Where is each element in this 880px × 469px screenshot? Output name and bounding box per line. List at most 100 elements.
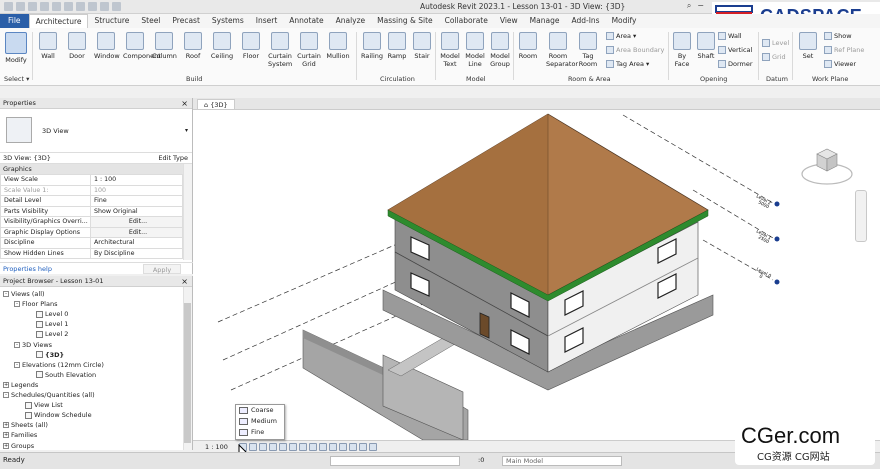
drawing-area[interactable]: Level 2 5000 Level 1 2500 Level 0 0 [193,110,880,440]
tree-item[interactable]: Level 1 [36,319,68,329]
property-row[interactable]: Detail Level Fine [0,195,183,207]
tag-area-button[interactable]: Tag Area ▾ [606,60,649,68]
close-icon[interactable]: × [181,98,188,109]
expand-icon[interactable]: + [3,442,9,449]
tree-item[interactable]: - Elevations (12mm Circle) [14,360,104,370]
design-option-selector[interactable]: Main Model [502,456,622,466]
sun-path-icon[interactable] [259,443,267,451]
room-separator-button[interactable]: Room Separator [546,32,578,68]
collapse-icon[interactable]: - [3,291,9,297]
scrollbar-thumb[interactable] [184,303,191,443]
property-value[interactable]: 100 [90,184,183,196]
curtain-system-button[interactable]: Curtain System [268,32,292,68]
tree-item[interactable]: - Views (all) [3,289,45,299]
property-row[interactable]: Graphic Display Options Edit... [0,226,183,238]
edit-button[interactable]: Edit... [90,216,183,228]
temp-hide-icon[interactable] [319,443,327,451]
tab-modify[interactable]: Modify [606,14,643,28]
expand-icon[interactable]: + [3,432,9,439]
default-3d-view-icon[interactable] [100,2,109,11]
expand-icon[interactable]: + [3,381,9,388]
browser-scrollbar[interactable] [183,287,192,450]
shaft-button[interactable]: Shaft [694,32,718,60]
set-work-plane-button[interactable]: Set [796,32,820,60]
apply-button[interactable]: Apply [143,264,181,274]
tab-massing-site[interactable]: Massing & Site [371,14,439,28]
model-line-button[interactable]: Model Line [463,32,487,68]
property-row[interactable]: Show Hidden Lines By Discipline [0,247,183,259]
expand-icon[interactable]: + [3,422,9,429]
close-icon[interactable]: × [181,276,188,287]
wall-opening-button[interactable]: Wall [718,32,742,40]
floor-button[interactable]: Floor [239,32,263,60]
tree-item[interactable]: -3D Views [14,340,52,350]
analytical-icon[interactable] [349,443,357,451]
quick-access-toolbar[interactable] [4,2,121,11]
ramp[interactable] [387,337,456,377]
stair-button[interactable]: Stair [410,32,434,60]
detail-coarse-option[interactable]: Coarse [236,405,284,416]
show-work-plane-button[interactable]: Show [824,32,852,40]
reveal-hidden-icon[interactable] [329,443,337,451]
collapse-icon[interactable]: - [14,341,20,348]
tag-room-button[interactable]: Tag Room [576,32,600,68]
railing-button[interactable]: Railing [360,32,384,60]
tab-annotate[interactable]: Annotate [283,14,329,28]
property-value[interactable]: Show Original [90,205,183,217]
collapse-icon[interactable]: - [3,392,9,398]
tree-item[interactable]: {3D} [36,350,64,360]
tab-insert[interactable]: Insert [250,14,284,28]
text-icon[interactable] [88,2,97,11]
properties-scrollbar[interactable] [183,164,192,260]
tab-architecture[interactable]: Architecture [28,14,89,28]
ref-plane-button[interactable]: Ref Plane [824,46,864,54]
visual-style-icon[interactable] [249,443,257,451]
redo-icon[interactable] [52,2,61,11]
tab-add-ins[interactable]: Add-Ins [565,14,605,28]
ceiling-button[interactable]: Ceiling [210,32,234,60]
curtain-grid-button[interactable]: Curtain Grid [297,32,321,68]
grid-button[interactable]: Grid [762,53,786,61]
modify-button[interactable]: Modify [4,32,28,64]
graphics-group-header[interactable]: Graphics [0,164,192,174]
tab-view[interactable]: View [494,14,524,28]
select-dropdown[interactable]: Select ▾ [4,75,29,83]
instance-selector[interactable]: 3D View: {3D} Edit Type [0,153,192,164]
tree-item[interactable]: + Groups [3,441,34,451]
ramp-button[interactable]: Ramp [385,32,409,60]
level-marker[interactable]: Level 0 0 [755,266,780,285]
shadows-icon[interactable] [269,443,277,451]
tab-systems[interactable]: Systems [206,14,250,28]
undo-icon[interactable] [40,2,49,11]
tab-manage[interactable]: Manage [524,14,566,28]
tree-item[interactable]: + Legends [3,380,38,390]
tree-item[interactable]: + Families [3,430,37,440]
column-button[interactable]: Column [152,32,177,60]
dormer-button[interactable]: Dormer [718,60,753,68]
collapse-icon[interactable]: - [14,361,20,368]
view-scale[interactable]: 1 : 100 [205,442,228,452]
property-row[interactable]: Parts Visibility Show Original [0,205,183,217]
by-face-button[interactable]: By Face [670,32,694,68]
collapse-icon[interactable]: - [14,301,20,308]
level-marker[interactable]: Level 1 2500 [755,228,780,245]
window-button[interactable]: Window [94,32,120,60]
type-selector[interactable]: 3D View ▾ [0,109,192,153]
detail-medium-option[interactable]: Medium [236,416,284,427]
door-button[interactable]: Door [65,32,89,60]
print-icon[interactable] [64,2,73,11]
room-button[interactable]: Room [516,32,540,60]
property-row[interactable]: Scale Value 1: 100 [0,184,183,196]
render-icon[interactable] [279,443,287,451]
save-icon[interactable] [28,2,37,11]
tab-precast[interactable]: Precast [166,14,206,28]
property-value[interactable]: Architectural [90,237,183,249]
property-value[interactable]: 1 : 100 [90,174,183,186]
view-cube[interactable] [800,140,854,188]
tree-item[interactable]: Level 2 [36,329,68,339]
tree-item[interactable]: Level 0 [36,309,68,319]
hide-analytical-icon[interactable] [369,443,377,451]
tree-item[interactable]: Window Schedule [25,410,92,420]
model-group-button[interactable]: Model Group [488,32,512,68]
property-value[interactable]: By Discipline [90,247,183,259]
